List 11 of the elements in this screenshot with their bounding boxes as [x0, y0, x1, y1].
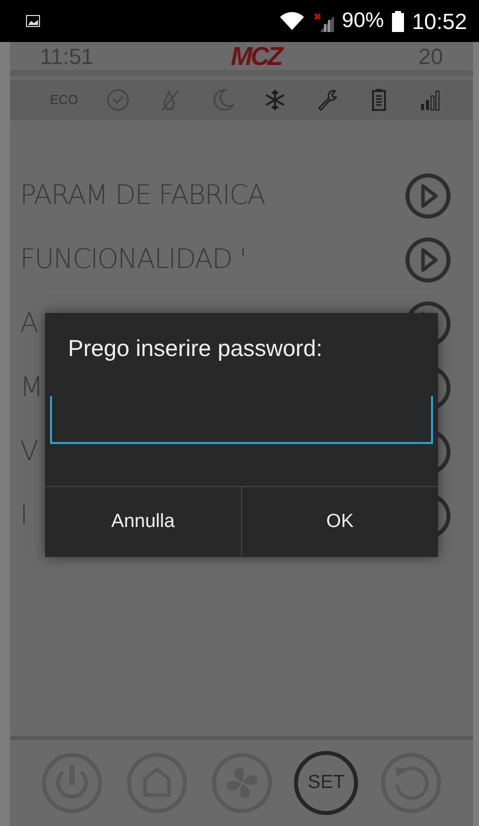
dialog-title: Prego inserire password:	[68, 334, 322, 363]
clock-time: 10:52	[412, 8, 467, 36]
image-icon	[26, 15, 40, 27]
password-field[interactable]	[50, 396, 433, 444]
wifi-icon	[280, 11, 304, 31]
battery-percent: 90%	[342, 8, 384, 34]
battery-icon	[392, 10, 404, 32]
ok-button[interactable]: OK	[241, 487, 438, 557]
set-button[interactable]: SET	[294, 751, 358, 815]
brand-logo: MCZ	[230, 40, 282, 72]
cancel-button[interactable]: Annulla	[45, 487, 241, 557]
